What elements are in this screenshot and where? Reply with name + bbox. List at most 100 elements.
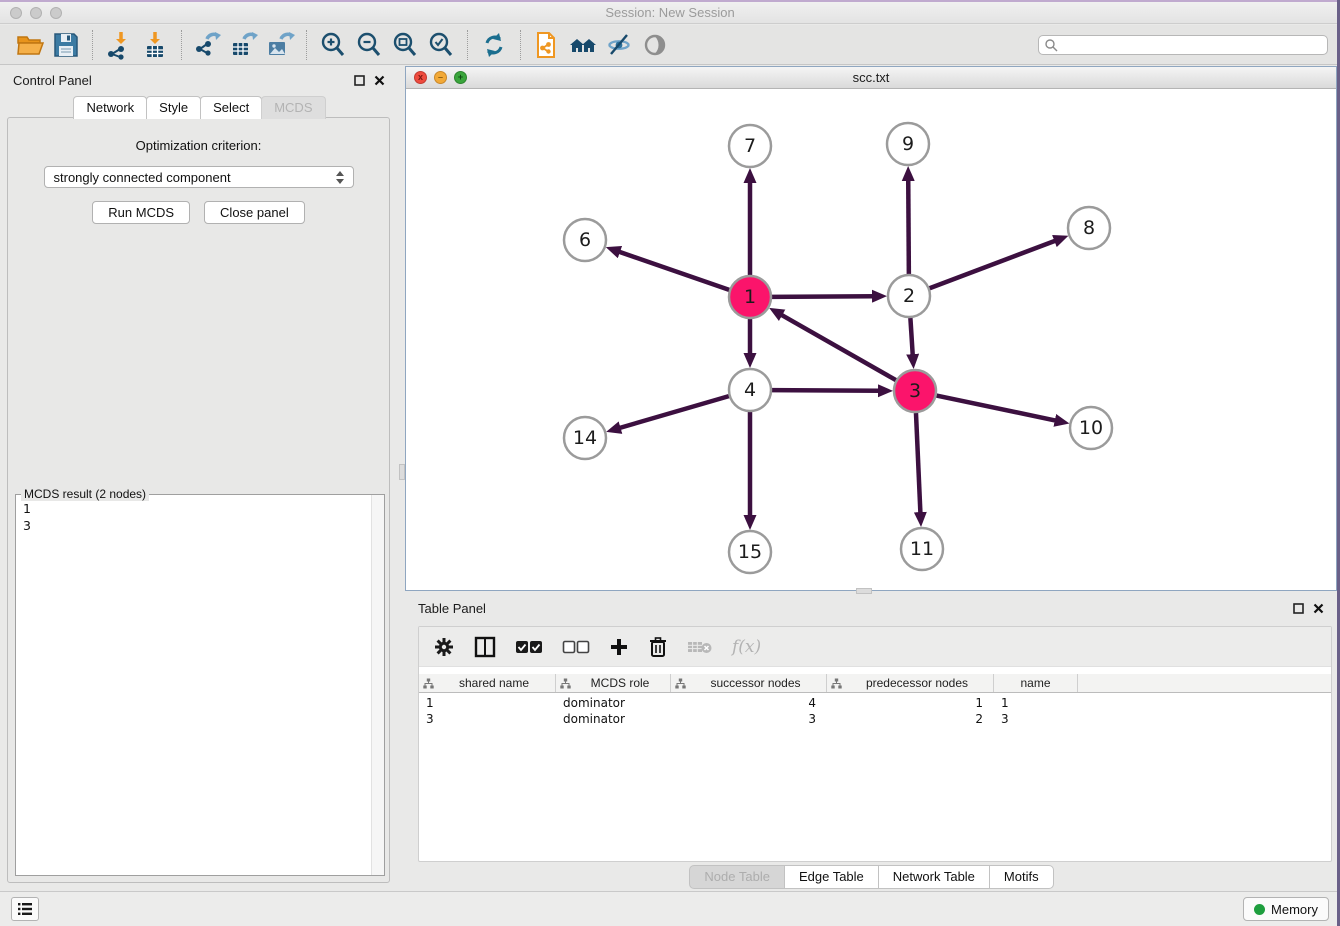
delete-table-icon <box>687 639 713 655</box>
show-details-eye-icon[interactable] <box>637 28 673 62</box>
criterion-select[interactable]: strongly connected component <box>44 166 354 188</box>
graph-edge-2-9[interactable] <box>908 179 909 274</box>
graph-edge-3-10[interactable] <box>937 396 1057 421</box>
mcds-result-list: 13 <box>16 495 384 539</box>
task-list-button[interactable] <box>11 897 39 921</box>
tab-motifs[interactable]: Motifs <box>989 865 1054 889</box>
desktop-edge-top <box>0 0 1340 2</box>
export-table-icon[interactable] <box>226 28 262 62</box>
refresh-icon[interactable] <box>476 28 512 62</box>
zoom-in-icon[interactable] <box>315 28 351 62</box>
graph-edge-3-1[interactable] <box>780 314 895 380</box>
vertical-split-handle[interactable] <box>399 464 405 480</box>
graph-node-label: 8 <box>1083 217 1095 239</box>
column-header-shared-name[interactable]: shared name <box>419 674 556 692</box>
column-header-predecessor-nodes[interactable]: predecessor nodes <box>827 674 994 692</box>
graph-node-15[interactable]: 15 <box>729 531 771 573</box>
import-network-icon[interactable] <box>101 28 137 62</box>
graph-node-14[interactable]: 14 <box>564 417 606 459</box>
table-row[interactable]: 3dominator323 <box>419 711 1331 727</box>
zoom-fit-icon[interactable] <box>387 28 423 62</box>
graph-edge-1-2[interactable] <box>772 296 874 297</box>
table-settings-icon[interactable] <box>433 636 455 658</box>
export-network-icon[interactable] <box>190 28 226 62</box>
table-cell: dominator <box>556 712 671 726</box>
graph-edge-3-11[interactable] <box>916 413 920 514</box>
column-header-name[interactable]: name <box>994 674 1078 692</box>
zoom-selected-icon[interactable] <box>423 28 459 62</box>
graph-edge-4-3[interactable] <box>772 390 880 391</box>
graph-node-11[interactable]: 11 <box>901 528 943 570</box>
control-panel-tabs: NetworkStyleSelectMCDS <box>0 96 398 119</box>
graph-node-label: 6 <box>579 229 591 251</box>
network-window-titlebar[interactable]: x – + scc.txt <box>406 67 1336 89</box>
graph-node-4[interactable]: 4 <box>729 369 771 411</box>
column-layout-icon[interactable] <box>474 636 496 658</box>
graph-edge-2-8[interactable] <box>930 240 1057 288</box>
export-image-icon[interactable] <box>262 28 298 62</box>
horizontal-split-handle[interactable] <box>856 588 872 594</box>
close-panel-button[interactable]: Close panel <box>204 201 305 224</box>
tab-mcds[interactable]: MCDS <box>261 96 325 119</box>
hide-details-eye-icon[interactable] <box>601 28 637 62</box>
graph-node-9[interactable]: 9 <box>887 123 929 165</box>
save-session-icon[interactable] <box>48 28 84 62</box>
zoom-out-icon[interactable] <box>351 28 387 62</box>
hierarchy-icon <box>560 678 571 689</box>
table-cell: 3 <box>671 712 827 726</box>
memory-status-icon <box>1254 904 1265 915</box>
column-header-successor-nodes[interactable]: successor nodes <box>671 674 827 692</box>
graph-edge-1-6[interactable] <box>618 251 729 289</box>
graph-node-6[interactable]: 6 <box>564 219 606 261</box>
tab-edge-table[interactable]: Edge Table <box>784 865 879 889</box>
graph-node-label: 7 <box>744 135 756 157</box>
main-toolbar <box>0 25 1340 65</box>
tab-network[interactable]: Network <box>73 96 147 119</box>
close-panel-icon[interactable] <box>374 75 385 86</box>
result-item: 1 <box>23 500 377 517</box>
open-session-icon[interactable] <box>12 28 48 62</box>
search-field[interactable] <box>1038 35 1328 55</box>
result-item: 3 <box>23 517 377 534</box>
column-label: MCDS role <box>574 676 666 690</box>
mcds-result-title: MCDS result (2 nodes) <box>21 487 149 501</box>
tab-select[interactable]: Select <box>200 96 262 119</box>
import-table-icon[interactable] <box>137 28 173 62</box>
run-mcds-button[interactable]: Run MCDS <box>92 201 190 224</box>
deselect-all-checkboxes-icon[interactable] <box>562 640 590 654</box>
table-panel-title: Table Panel <box>418 601 486 616</box>
result-scrollbar[interactable] <box>371 495 384 875</box>
graph-node-7[interactable]: 7 <box>729 125 771 167</box>
home-views-icon[interactable] <box>565 28 601 62</box>
optimization-criterion-label: Optimization criterion: <box>8 138 389 153</box>
float-table-panel-icon[interactable] <box>1293 603 1304 614</box>
list-icon <box>17 902 33 916</box>
delete-column-icon[interactable] <box>648 636 668 658</box>
tab-style[interactable]: Style <box>146 96 201 119</box>
select-all-checkboxes-icon[interactable] <box>515 640 543 654</box>
memory-button[interactable]: Memory <box>1243 897 1329 921</box>
close-table-panel-icon[interactable] <box>1313 603 1324 614</box>
clone-network-icon[interactable] <box>529 28 565 62</box>
network-view-window: x – + scc.txt 7 9 6 8 1 2 4 3 14 10 15 11 <box>405 66 1337 591</box>
float-panel-icon[interactable] <box>354 75 365 86</box>
graph-node-label: 9 <box>902 133 914 155</box>
network-canvas[interactable]: 7 9 6 8 1 2 4 3 14 10 15 11 <box>406 89 1336 590</box>
graph-node-label: 3 <box>909 380 921 402</box>
table-header-row: shared name MCDS role successor nodesprede… <box>419 674 1331 693</box>
search-input[interactable] <box>1058 37 1322 53</box>
graph-node-2[interactable]: 2 <box>888 275 930 317</box>
graph-edge-4-14[interactable] <box>619 396 729 428</box>
graph-node-1[interactable]: 1 <box>729 276 771 318</box>
toolbar-separator <box>520 30 521 60</box>
control-panel-title: Control Panel <box>13 73 92 88</box>
column-header-MCDS-role[interactable]: MCDS role <box>556 674 671 692</box>
tab-network-table[interactable]: Network Table <box>878 865 990 889</box>
graph-node-10[interactable]: 10 <box>1070 407 1112 449</box>
graph-edge-2-3[interactable] <box>910 318 912 356</box>
graph-node-8[interactable]: 8 <box>1068 207 1110 249</box>
graph-node-3[interactable]: 3 <box>894 370 936 412</box>
tab-node-table[interactable]: Node Table <box>689 865 785 889</box>
table-row[interactable]: 1dominator411 <box>419 695 1331 711</box>
add-column-icon[interactable] <box>609 637 629 657</box>
